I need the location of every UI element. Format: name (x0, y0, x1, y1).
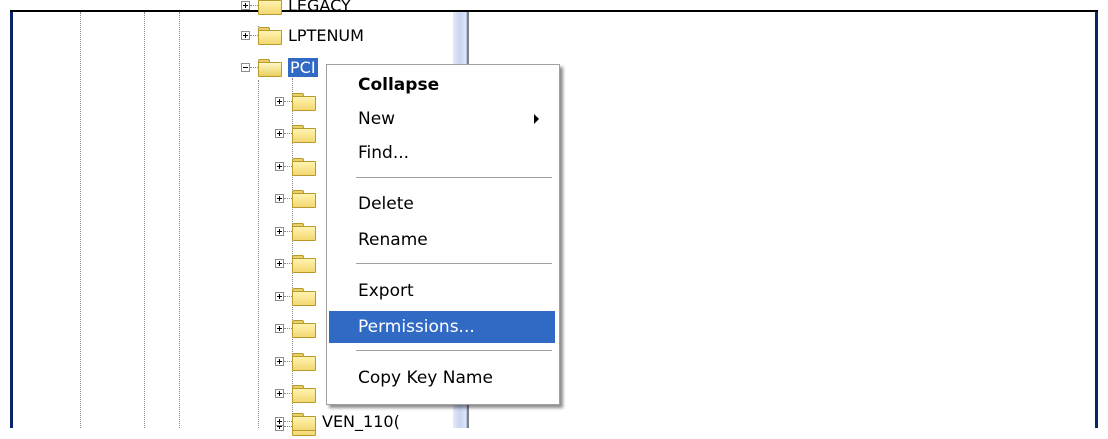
menu-item-label: Find... (358, 143, 410, 163)
context-menu[interactable]: Collapse New Find... Delete Rename Expor… (326, 64, 560, 405)
folder-icon (292, 385, 316, 403)
open-folder-icon (258, 58, 282, 77)
expand-plus-icon[interactable] (275, 96, 284, 106)
tree-node-lptenum[interactable]: LPTENUM (241, 22, 364, 48)
tree-node-label: PCI (288, 57, 318, 77)
tree-node-pci-child[interactable] (275, 121, 316, 147)
submenu-arrow-icon (534, 114, 539, 124)
menu-item-label: New (358, 109, 396, 129)
menu-item-label: Export (358, 281, 414, 301)
expand-plus-icon[interactable] (275, 194, 284, 203)
tree-guide-line (258, 80, 259, 428)
menu-separator (356, 350, 552, 351)
menu-item-new[interactable]: New (329, 105, 555, 133)
tree-node-ven-110[interactable]: VEN_110( (275, 408, 400, 434)
folder-icon (292, 320, 316, 338)
folder-icon (292, 125, 316, 143)
menu-item-copy-key-name[interactable]: Copy Key Name (329, 364, 555, 392)
menu-item-find[interactable]: Find... (329, 139, 555, 167)
tree-node-pci-child[interactable] (275, 186, 316, 212)
expand-plus-icon[interactable] (275, 324, 284, 333)
expand-plus-icon[interactable] (241, 0, 250, 10)
expand-plus-icon[interactable] (275, 291, 284, 301)
folder-icon (292, 92, 316, 111)
expand-plus-icon[interactable] (241, 30, 250, 40)
tree-guide-line (179, 12, 180, 428)
menu-item-rename[interactable]: Rename (329, 226, 555, 254)
expand-plus-icon[interactable] (275, 161, 284, 171)
folder-icon (292, 157, 316, 176)
folder-icon (292, 287, 316, 306)
folder-icon (292, 255, 316, 273)
tree-node-pci-child[interactable] (275, 316, 316, 342)
tree-node-pci-child[interactable] (275, 283, 316, 309)
folder-icon (258, 26, 282, 45)
tree-node-legacy[interactable]: LEGACY (241, 0, 351, 18)
menu-item-label: Rename (358, 230, 428, 250)
menu-item-label: Collapse (358, 75, 440, 95)
folder-icon (292, 190, 316, 208)
folder-icon (292, 352, 316, 371)
folder-icon (292, 222, 316, 241)
values-pane[interactable] (469, 12, 1095, 428)
menu-separator (356, 177, 552, 178)
tree-node-pci-child[interactable] (275, 153, 316, 179)
tree-node-pci-child[interactable] (275, 218, 316, 244)
expand-plus-icon[interactable] (275, 356, 284, 366)
menu-item-permissions[interactable]: Permissions... (329, 311, 555, 343)
tree-node-pci-child[interactable] (275, 88, 316, 114)
folder-icon (292, 412, 316, 431)
tree-node-pci-child[interactable] (275, 251, 316, 277)
tree-node-pci-child[interactable] (275, 381, 316, 407)
folder-icon (258, 0, 282, 15)
tree-node-pci-child[interactable] (275, 348, 316, 374)
menu-item-delete[interactable]: Delete (329, 190, 555, 218)
menu-item-label: Permissions... (358, 317, 475, 337)
menu-item-collapse[interactable]: Collapse (329, 71, 555, 99)
menu-item-export[interactable]: Export (329, 277, 555, 305)
expand-plus-icon[interactable] (275, 129, 284, 138)
expand-plus-icon[interactable] (275, 226, 284, 236)
window-right-border (1095, 12, 1098, 428)
tree-node-label: LEGACY (288, 0, 351, 15)
tree-guide-line (80, 12, 81, 428)
tree-node-pci[interactable]: PCI (241, 54, 318, 80)
tree-node-label: LPTENUM (288, 25, 364, 45)
registry-editor-window: LEGACY LPTENUM PCI VEN_110( Collapse New… (0, 0, 1108, 436)
menu-separator (356, 263, 552, 264)
expand-plus-icon[interactable] (275, 259, 284, 268)
menu-item-label: Copy Key Name (358, 368, 493, 388)
collapse-minus-icon[interactable] (241, 62, 250, 72)
menu-item-label: Delete (358, 194, 414, 214)
expand-plus-icon[interactable] (275, 389, 284, 398)
tree-guide-line (144, 12, 145, 428)
expand-plus-icon[interactable] (275, 416, 284, 426)
